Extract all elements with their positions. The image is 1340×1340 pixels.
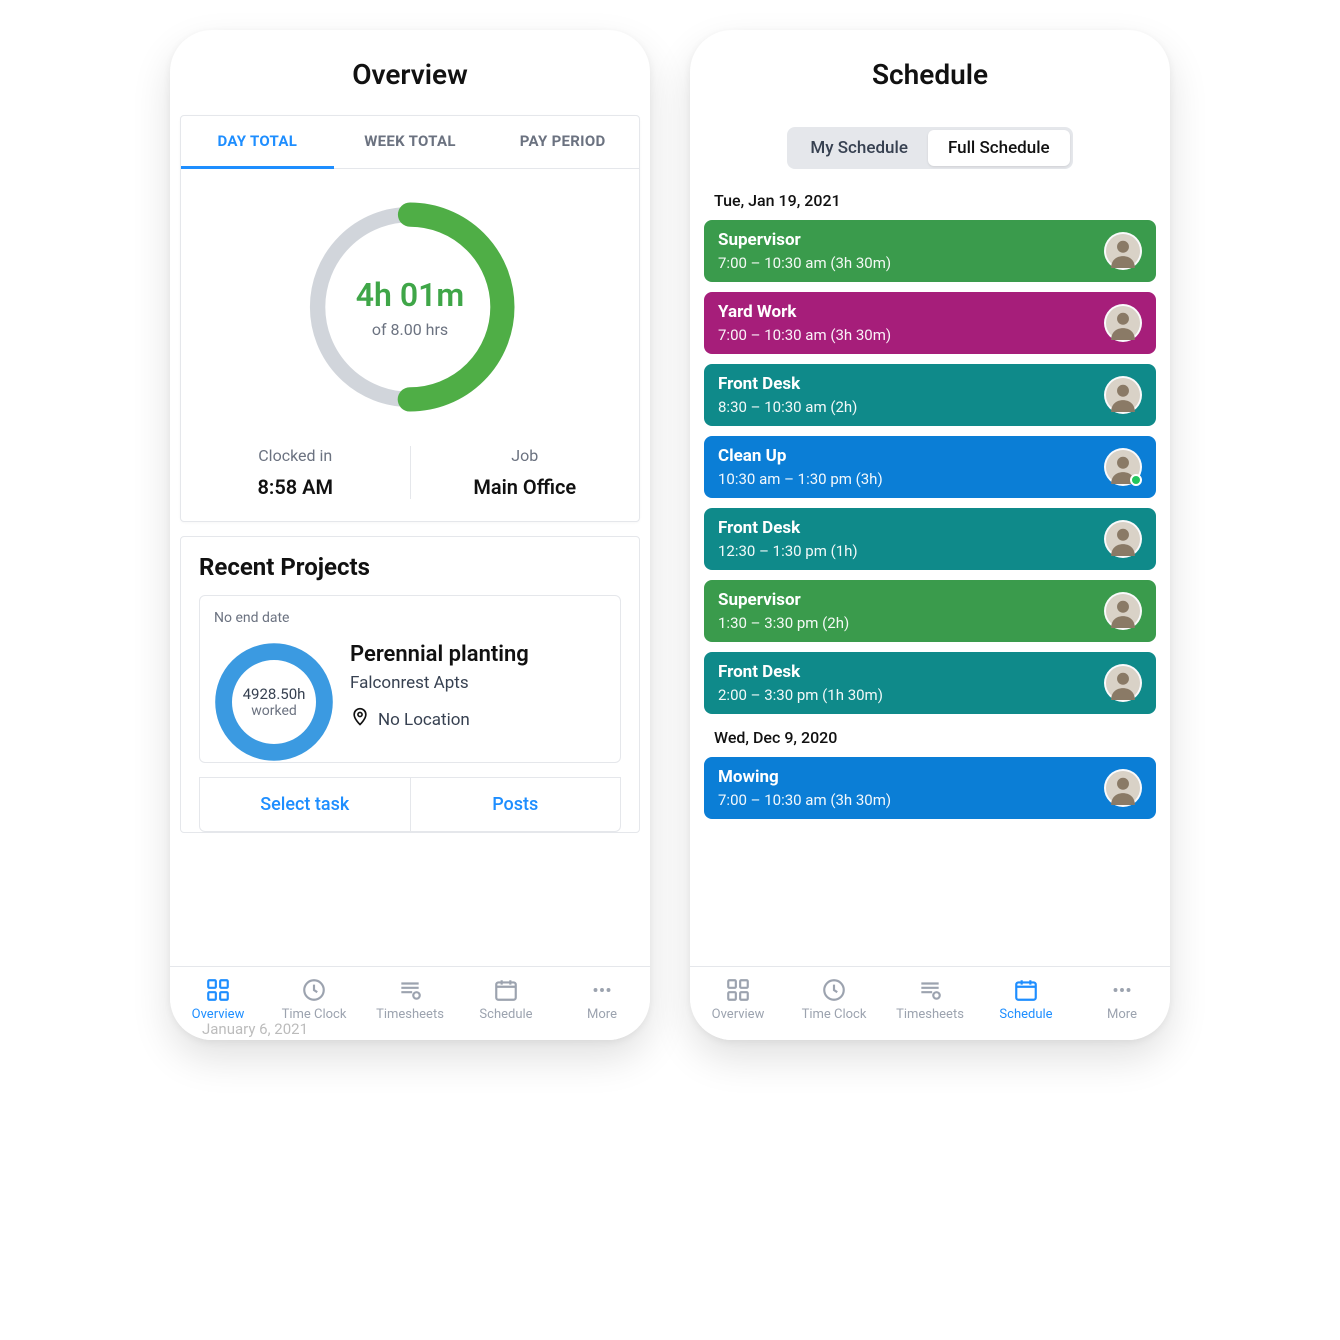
job-label: Job [411,446,640,465]
project-worked: worked [251,703,297,719]
shift-item[interactable]: Front Desk 8:30 – 10:30 am (2h) [704,364,1156,426]
assignee-avatar [1104,232,1142,270]
grid-icon [205,977,231,1003]
shift-item[interactable]: Front Desk 2:00 – 3:30 pm (1h 30m) [704,652,1156,714]
nav-timesheets[interactable]: Timesheets [882,977,978,1022]
assignee-avatar [1104,592,1142,630]
timesheets-icon [917,977,943,1003]
project-hours-donut: 4928.50h worked [214,642,334,762]
clock-icon [821,977,847,1003]
nav-more[interactable]: More [554,977,650,1022]
clocked-in-value: 8:58 AM [181,475,410,499]
job-value: Main Office [411,475,640,499]
nav-more[interactable]: More [1074,977,1170,1022]
shift-title: Front Desk [718,374,857,394]
posts-button[interactable]: Posts [410,778,621,831]
recent-projects-card: Recent Projects No end date 4928.50h wor… [180,536,640,833]
seg-my-schedule[interactable]: My Schedule [790,130,928,166]
clock-icon [301,977,327,1003]
shift-time: 7:00 – 10:30 am (3h 30m) [718,326,891,344]
shift-item[interactable]: Supervisor 7:00 – 10:30 am (3h 30m) [704,220,1156,282]
shift-time: 12:30 – 1:30 pm (1h) [718,542,858,560]
assignee-avatar [1104,769,1142,807]
assignee-avatar [1104,304,1142,342]
shift-item[interactable]: Supervisor 1:30 – 3:30 pm (2h) [704,580,1156,642]
clocked-in-label: Clocked in [181,446,410,465]
assignee-avatar [1104,448,1142,486]
assignee-avatar [1104,520,1142,558]
grid-icon [725,977,751,1003]
shift-time: 2:00 – 3:30 pm (1h 30m) [718,686,883,704]
project-no-end-date: No end date [214,610,334,626]
location-pin-icon [350,707,370,732]
shift-title: Front Desk [718,662,883,682]
page-title: Schedule [690,30,1170,109]
nav-timesheets[interactable]: Timesheets [362,977,458,1022]
total-tabs: DAY TOTAL WEEK TOTAL PAY PERIOD [181,116,639,169]
shift-item[interactable]: Front Desk 12:30 – 1:30 pm (1h) [704,508,1156,570]
phone-schedule: Schedule My Schedule Full Schedule Tue, … [690,30,1170,1040]
assignee-avatar [1104,376,1142,414]
schedule-segmented-control: My Schedule Full Schedule [787,127,1072,169]
project-location: No Location [378,710,470,730]
page-title: Overview [170,30,650,109]
project-item[interactable]: No end date 4928.50h worked Perennial pl… [199,595,621,763]
tab-day-total[interactable]: DAY TOTAL [181,116,334,169]
nav-time-clock[interactable]: Time Clock [266,977,362,1022]
shift-title: Front Desk [718,518,858,538]
bottom-navbar: Overview Time Clock Timesheets Schedule … [690,966,1170,1040]
assignee-avatar [1104,664,1142,702]
recent-projects-title: Recent Projects [181,537,639,595]
hours-value: 4h 01m [356,276,464,314]
calendar-icon [1013,977,1039,1003]
more-icon [1109,977,1135,1003]
nav-overview[interactable]: Overview [690,977,786,1022]
timesheets-icon [397,977,423,1003]
shift-title: Supervisor [718,590,849,610]
clocked-in-stat: Clocked in 8:58 AM [181,446,410,499]
project-client: Falconrest Apts [350,673,606,693]
nav-time-clock[interactable]: Time Clock [786,977,882,1022]
tab-week-total[interactable]: WEEK TOTAL [334,116,487,168]
phone-overview: Overview DAY TOTAL WEEK TOTAL PAY PERIOD… [170,30,650,1040]
date-header: Tue, Jan 19, 2021 [704,187,1156,220]
nav-overview[interactable]: Overview [170,977,266,1022]
shift-title: Yard Work [718,302,891,322]
day-total-card: DAY TOTAL WEEK TOTAL PAY PERIOD 4h 01m o… [180,115,640,522]
shift-title: Supervisor [718,230,891,250]
shift-time: 1:30 – 3:30 pm (2h) [718,614,849,632]
shift-time: 7:00 – 10:30 am (3h 30m) [718,254,891,272]
date-peek: January 6, 2021 [202,1020,308,1038]
shift-item[interactable]: Mowing 7:00 – 10:30 am (3h 30m) [704,757,1156,819]
hours-total: of 8.00 hrs [372,320,448,339]
shift-item[interactable]: Yard Work 7:00 – 10:30 am (3h 30m) [704,292,1156,354]
shift-item[interactable]: Clean Up 10:30 am – 1:30 pm (3h) [704,436,1156,498]
project-name: Perennial planting [350,642,606,667]
job-stat: Job Main Office [410,446,640,499]
nav-schedule[interactable]: Schedule [978,977,1074,1022]
tab-pay-period[interactable]: PAY PERIOD [486,116,639,168]
shift-time: 8:30 – 10:30 am (2h) [718,398,857,416]
select-task-button[interactable]: Select task [200,778,410,831]
shift-title: Mowing [718,767,891,787]
seg-full-schedule[interactable]: Full Schedule [928,130,1070,166]
shift-title: Clean Up [718,446,883,466]
shift-time: 7:00 – 10:30 am (3h 30m) [718,791,891,809]
calendar-icon [493,977,519,1003]
date-header: Wed, Dec 9, 2020 [704,724,1156,757]
project-hours: 4928.50h [243,685,306,703]
online-dot-icon [1130,474,1142,486]
shift-time: 10:30 am – 1:30 pm (3h) [718,470,883,488]
hours-donut: 4h 01m of 8.00 hrs [300,197,520,417]
more-icon [589,977,615,1003]
nav-schedule[interactable]: Schedule [458,977,554,1022]
